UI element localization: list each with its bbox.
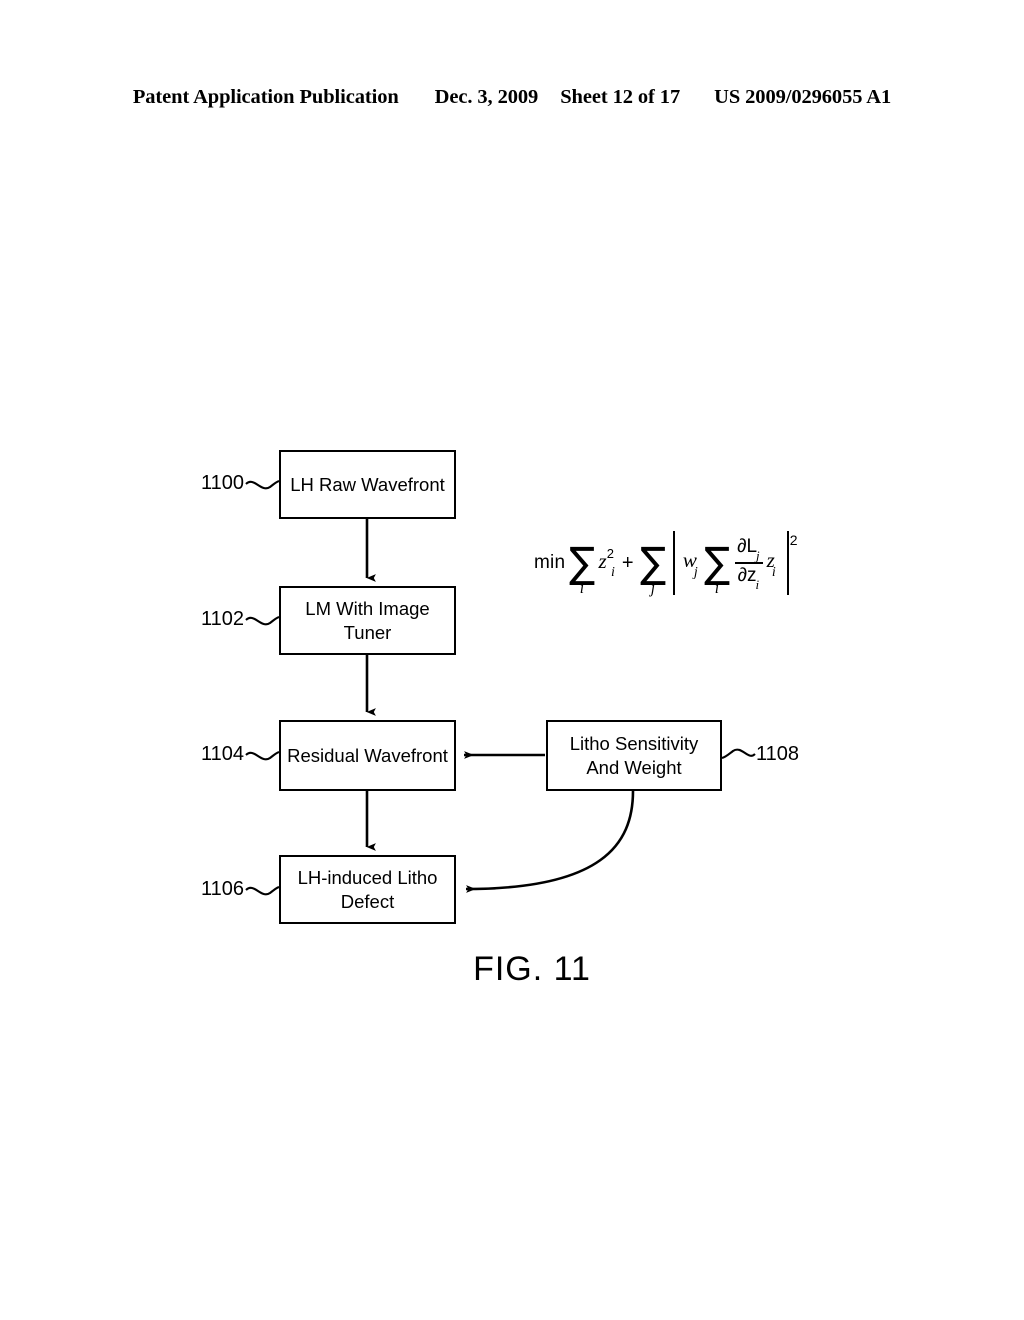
partial-z-denominator: ∂z — [737, 565, 757, 586]
reference-numeral-1106: 1106 — [201, 878, 245, 900]
lead-line-1102 — [245, 616, 280, 626]
curved-arrow-1108-to-1106 — [465, 790, 635, 893]
w-subscript-j: j — [693, 564, 698, 580]
flow-box-lh-raw-wavefront[interactable]: LH Raw Wavefront — [279, 450, 456, 519]
z-exponent: 2 — [606, 545, 614, 561]
trailing-z-term: zi — [767, 548, 779, 580]
numerator-subscript-j: j — [756, 548, 760, 564]
summation-operator-i: ∑ i — [569, 542, 595, 597]
flow-box-label: Litho Sensitivity And Weight — [569, 732, 699, 778]
absolute-value-bar-right — [786, 531, 789, 595]
flow-box-label: LH Raw Wavefront — [290, 473, 445, 495]
partial-L-numerator: ∂L — [737, 536, 758, 558]
denominator-subscript-i: i — [755, 576, 760, 592]
objective-function-equation: min ∑ i z2i + ∑ j wj ∑ i ∂Lj ∂zi zi 2 — [534, 528, 798, 598]
summation-index-i: i — [714, 578, 719, 598]
equation-min-operator: min — [534, 552, 566, 573]
diagram-connectors — [245, 480, 756, 896]
summation-index-j: j — [650, 578, 655, 598]
figure-11-diagram: LH Raw Wavefront LM With Image Tuner Res… — [0, 0, 1024, 1320]
partial-derivative-fraction: ∂Lj ∂zi — [735, 536, 763, 592]
lead-line-1100 — [245, 480, 280, 490]
reference-numeral-1104: 1104 — [201, 743, 245, 765]
flow-box-lh-induced-litho-defect[interactable]: LH-induced Litho Defect — [279, 855, 456, 924]
summation-index-i: i — [579, 578, 585, 598]
lead-line-1106 — [245, 886, 280, 896]
summation-operator-j: ∑ j — [640, 542, 666, 597]
figure-caption-text: FIG. 11 — [473, 950, 591, 988]
plus-operator: + — [621, 551, 634, 574]
flow-box-lm-with-image-tuner[interactable]: LM With Image Tuner — [279, 586, 456, 655]
lead-line-1104 — [245, 751, 280, 761]
lead-line-1108 — [721, 748, 756, 760]
outer-exponent: 2 — [789, 532, 798, 548]
weight-term: wj — [683, 548, 701, 580]
reference-numeral-1108: 1108 — [756, 743, 800, 765]
z-variable: z — [598, 548, 607, 573]
reference-numeral-1100: 1100 — [201, 472, 245, 494]
flow-box-label: LH-induced Litho Defect — [297, 866, 438, 912]
z-subscript-i: i — [610, 565, 615, 581]
reference-numeral-1102: 1102 — [201, 608, 245, 630]
flow-box-residual-wavefront[interactable]: Residual Wavefront — [279, 720, 456, 791]
flow-box-litho-sensitivity-and-weight[interactable]: Litho Sensitivity And Weight — [546, 720, 722, 791]
z-subscript-i: i — [771, 564, 776, 580]
figure-caption: FIG. 11 — [0, 950, 1024, 989]
absolute-value-bar-left — [672, 531, 675, 595]
summation-operator-inner-i: ∑ i — [704, 542, 730, 597]
flow-box-label: Residual Wavefront — [287, 744, 448, 766]
flow-box-label: LM With Image Tuner — [305, 597, 430, 643]
z-squared-term: z2 i — [598, 545, 618, 581]
fraction-numerator: ∂Lj — [735, 536, 763, 564]
fraction-denominator: ∂zi — [736, 565, 763, 592]
